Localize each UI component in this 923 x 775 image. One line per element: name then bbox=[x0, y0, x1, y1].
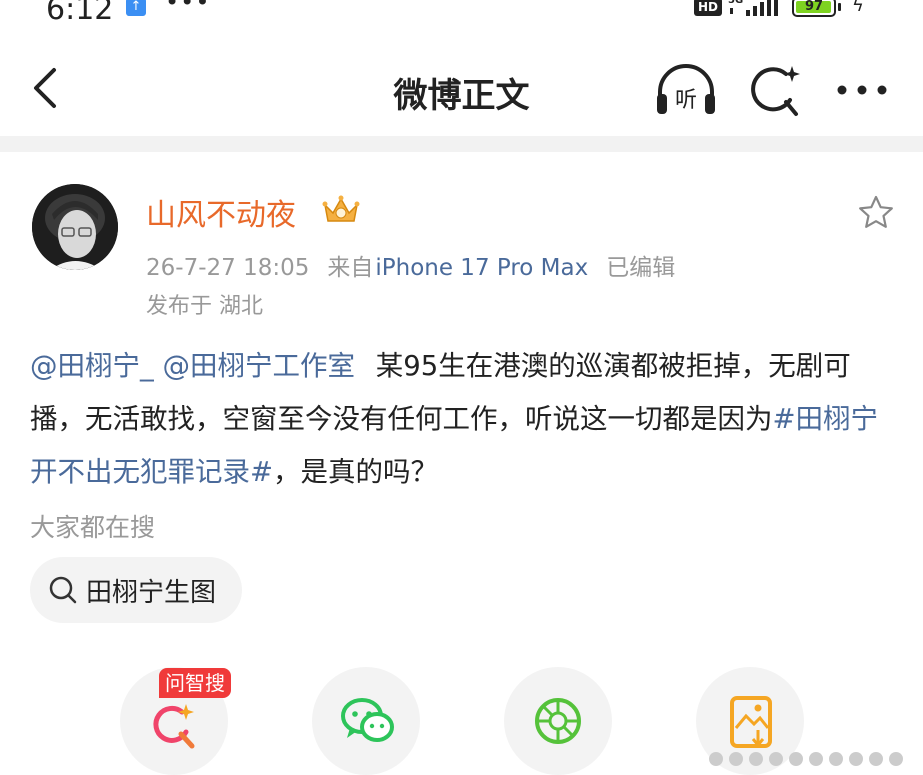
mention-link[interactable]: @田栩宁_ bbox=[30, 350, 154, 382]
status-time: 6:12 bbox=[46, 0, 114, 27]
upload-icon: ↑ bbox=[126, 0, 146, 16]
username[interactable]: 山风不动夜 bbox=[146, 190, 296, 234]
network-label: 5G bbox=[728, 0, 743, 6]
listen-headphone-icon[interactable]: 听 bbox=[654, 62, 718, 118]
watermark-dots bbox=[709, 752, 903, 766]
source-prefix: 来自 bbox=[327, 255, 374, 281]
mention-link[interactable]: @田栩宁工作室 bbox=[163, 350, 356, 382]
search-icon bbox=[49, 576, 77, 604]
post-text: @田栩宁_ @田栩宁工作室 某95生在港澳的巡演都被拒掉，无剧可播，无活敢找，空… bbox=[30, 340, 900, 499]
signal-icon: 5G bbox=[728, 0, 778, 16]
status-bar: 6:12 ↑ ••• HD 5G 97 ϟ bbox=[0, 0, 923, 30]
ai-search-badge: 问智搜 bbox=[159, 668, 231, 698]
hot-search-label: 大家都在搜 bbox=[30, 513, 156, 542]
listen-label: 听 bbox=[675, 88, 697, 113]
ai-search-icon bbox=[153, 704, 195, 749]
post-location: 发布于 湖北 bbox=[146, 294, 263, 319]
battery-icon: 97 bbox=[792, 0, 836, 17]
search-icon[interactable] bbox=[750, 62, 802, 118]
battery-cap bbox=[838, 3, 841, 11]
avatar-image bbox=[32, 184, 118, 270]
more-icon[interactable] bbox=[836, 84, 888, 96]
hot-search-query: 田栩宁生图 bbox=[86, 577, 217, 608]
battery-level: 97 bbox=[804, 0, 824, 14]
moments-icon bbox=[535, 698, 581, 744]
charging-icon: ϟ bbox=[852, 0, 864, 16]
nav-bar: 微博正文 听 bbox=[0, 44, 923, 136]
post-timestamp: 26-7-27 18:05 bbox=[146, 255, 310, 281]
crown-badge-icon bbox=[322, 195, 360, 222]
hot-search-chip[interactable]: 田栩宁生图 bbox=[30, 557, 243, 623]
hd-icon: HD bbox=[694, 0, 723, 16]
favorite-star-icon[interactable] bbox=[857, 194, 895, 232]
status-dots: ••• bbox=[165, 0, 211, 16]
edited-label[interactable]: 已编辑 bbox=[606, 255, 675, 281]
section-divider bbox=[0, 136, 923, 152]
wechat-icon bbox=[341, 698, 394, 742]
post-text-part: ，是真的吗？ bbox=[273, 456, 439, 488]
poster-icon bbox=[730, 696, 772, 748]
source-device[interactable]: iPhone 17 Pro Max bbox=[375, 255, 588, 281]
post-meta: 26-7-27 18:05 来自iPhone 17 Pro Max 已编辑 bbox=[146, 248, 693, 282]
avatar[interactable] bbox=[32, 184, 118, 270]
post-text-part: 某95生在港澳的巡演都被拒掉，无剧可播，无活敢找，空窗至今没有任何工作，听说这一… bbox=[30, 350, 851, 435]
